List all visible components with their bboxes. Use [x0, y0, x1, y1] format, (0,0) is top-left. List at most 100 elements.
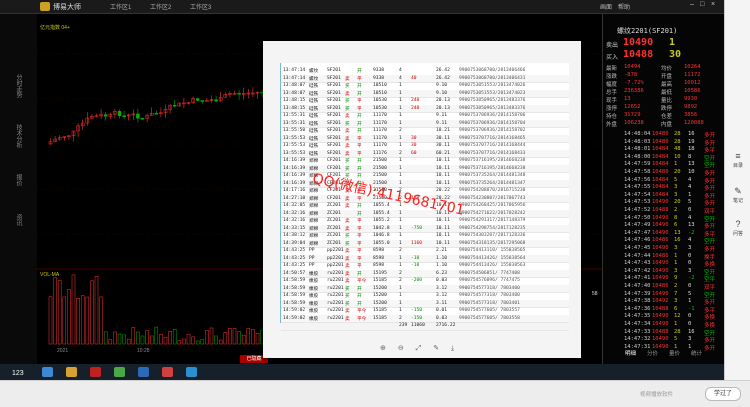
tick-p: 10484: [652, 191, 669, 198]
zoom-in-icon[interactable]: ⊕: [380, 345, 386, 352]
leftbar-item-technical[interactable]: 技术分析: [14, 124, 23, 148]
edit-icon[interactable]: ✎: [433, 345, 439, 352]
candle-body: [214, 99, 218, 102]
qa-label: 问答: [732, 231, 743, 237]
tick-row: 14:47:44 10486 1 0 换手: [606, 253, 724, 261]
cell-c2: ZC201: [327, 240, 341, 246]
cell-c9: 9900754271622/2817028242: [459, 210, 526, 216]
tick-v: 3: [674, 184, 678, 191]
leftbar-item-timeshare[interactable]: 分时走势: [14, 74, 23, 98]
quote-tab[interactable]: 分价: [647, 349, 658, 357]
cell-c1: 郑棉: [309, 234, 319, 239]
buy-label: 买入: [606, 54, 619, 61]
tick-f: 1: [688, 298, 692, 305]
chart-date-left: 2021: [57, 348, 69, 354]
cell-c3: 卖: [345, 226, 350, 232]
cell-c3: 卖: [345, 196, 350, 202]
cell-c3: 买: [345, 106, 350, 112]
tick-row: 14:47:31 10490 1 1 多开: [606, 344, 724, 352]
quote-tab[interactable]: 明细: [625, 349, 636, 357]
cell-c7: 240: [411, 105, 420, 111]
cell-c9: 9900754230807/2817067743: [459, 195, 526, 201]
tick-f: 16: [688, 328, 695, 335]
zoom-out-icon[interactable]: ⊖: [398, 345, 404, 352]
tick-f: 0: [688, 260, 692, 267]
tick-f: 5: [688, 199, 692, 206]
cell-c0: 13:55:53: [283, 135, 306, 141]
taskbar-app-icon[interactable]: [186, 367, 197, 377]
right-side-panel: ≡ 目录 ✎ 笔记 ? 问答: [724, 0, 750, 380]
cell-c1: PP: [309, 255, 315, 261]
volume-bar: [53, 277, 57, 345]
tick-row: 14:47:41 10490 9 -2 空平: [606, 275, 724, 283]
tick-t: 14:47:39: [624, 290, 651, 297]
cell-c0: 14:33:15: [283, 225, 306, 231]
cell-c6: 4: [399, 68, 402, 73]
cell-c9: 9900754577318/ 7803400: [459, 285, 520, 291]
cell-c4: 开: [357, 301, 362, 307]
tick-f: 13: [688, 161, 695, 168]
cell-c1: 硅铁: [309, 99, 319, 104]
cell-c1: 螺纹: [309, 76, 319, 82]
leftbar-item-quotes[interactable]: 报价: [14, 174, 23, 186]
tab-workspace-3[interactable]: 工作区3: [190, 2, 211, 11]
stat-value: 10264: [684, 64, 701, 70]
download-icon[interactable]: ⤓: [451, 345, 454, 352]
maximize-icon[interactable]: □: [700, 1, 704, 8]
tick-t: 14:47:52: [624, 207, 651, 213]
stat-label: 持仓: [606, 114, 618, 120]
stat-label: 现手: [606, 98, 618, 104]
cell-c3: 卖: [345, 144, 350, 149]
notes-button[interactable]: ✎ 笔记: [728, 185, 748, 209]
tick-t: 14:47:55: [624, 184, 651, 191]
tick-f: 4: [688, 176, 692, 183]
close-icon[interactable]: ×: [711, 1, 715, 8]
tick-v: 1: [674, 260, 678, 267]
stat-value: 13: [624, 96, 631, 102]
quote-tab[interactable]: 量价: [669, 349, 680, 357]
candle-body: [154, 112, 159, 115]
learned-button[interactable]: 学过了: [705, 387, 741, 401]
cell-c5: 15195: [373, 270, 387, 276]
cell-c1: 硅铁: [309, 114, 319, 119]
cell-c9: 9900753051553/2813474023: [459, 90, 526, 96]
tick-p: 10490: [652, 229, 669, 236]
volume-bar: [126, 338, 131, 345]
stat-value: -7.72%: [624, 80, 644, 86]
fit-icon[interactable]: ⤢: [416, 345, 422, 352]
cell-c2: ru2201: [327, 270, 344, 276]
cell-c9: 9900753716195/2814668238: [459, 165, 526, 171]
taskbar-app-icon[interactable]: [114, 367, 125, 377]
cell-c9: 9900754506851/ 7747408: [459, 270, 520, 276]
cell-c7: -150: [411, 315, 423, 321]
volume-bar: [182, 338, 186, 345]
tab-workspace-2[interactable]: 工作区2: [150, 2, 171, 11]
cell-c7: 1160: [411, 240, 423, 246]
quote-tab[interactable]: 统计: [691, 349, 702, 357]
taskbar-app-icon[interactable]: [138, 367, 149, 377]
cell-c8: 10.11: [436, 165, 450, 171]
cell-c0: 14:43:25: [283, 248, 306, 253]
taskbar-app-icon[interactable]: [66, 367, 77, 377]
tick-f: 0: [688, 313, 692, 320]
table-total-row: 239 11060 2716.22: [281, 322, 569, 331]
menu-view[interactable]: 画面: [600, 2, 612, 11]
volume-bar: [186, 333, 191, 345]
cell-c1: 硅铁: [309, 144, 319, 149]
cell-c7: 60: [411, 150, 417, 156]
qa-button[interactable]: ? 问答: [728, 218, 748, 242]
leftbar-item-news[interactable]: 资讯: [14, 214, 23, 226]
stat-label: 均价: [661, 66, 673, 72]
tick-t: 14:47:42: [624, 267, 651, 274]
tab-workspace-1[interactable]: 工作区1: [110, 2, 131, 11]
menu-help[interactable]: 帮助: [618, 2, 630, 11]
quote-stat-row: 总手 236386 最低 10586: [606, 88, 724, 96]
taskbar-app-icon[interactable]: [42, 367, 53, 377]
cell-c0: 14:58:59: [283, 278, 306, 283]
cell-c4: 平今: [357, 279, 367, 284]
taskbar-app-icon[interactable]: [90, 367, 101, 377]
catalog-button[interactable]: ≡ 目录: [728, 150, 748, 174]
tick-v: 3: [674, 298, 678, 305]
taskbar-app-icon[interactable]: [162, 367, 173, 377]
minimize-icon[interactable]: –: [690, 1, 694, 8]
